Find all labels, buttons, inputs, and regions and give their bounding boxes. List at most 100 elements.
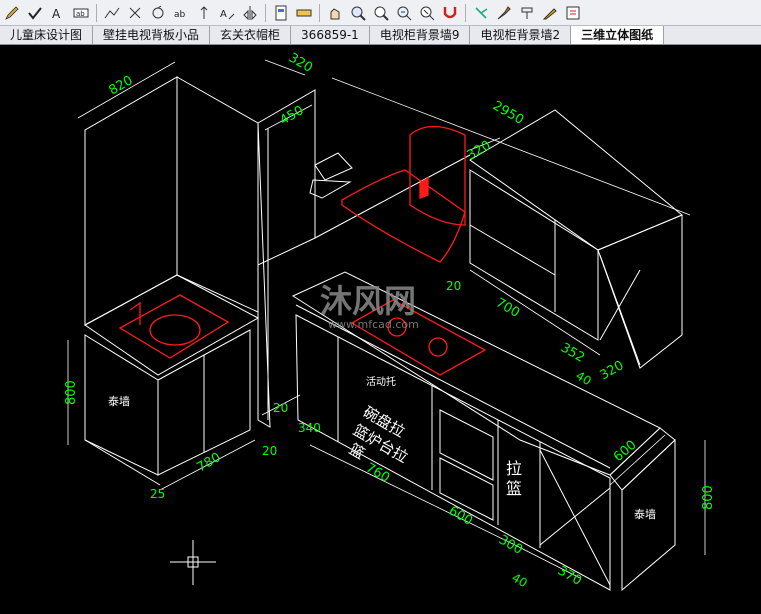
dim-600-right: 600	[611, 438, 640, 465]
bracket-shelf-lower	[309, 179, 352, 199]
text-style-button[interactable]: A	[48, 3, 68, 23]
tab-bar: 儿童床设计图 壁挂电视背板小品 玄关衣帽柜 366859-1 电视柜背景墙9 电视柜背景墙…	[0, 26, 761, 45]
dim-340: 340	[298, 421, 321, 435]
mirror-button[interactable]	[240, 3, 260, 23]
tab-4[interactable]: 电视柜背景墙9	[369, 26, 471, 44]
select-star-button[interactable]	[471, 3, 491, 23]
edit-doc-button[interactable]	[563, 3, 583, 23]
zoom-window-button[interactable]	[371, 3, 391, 23]
dim-40-a: 40	[574, 368, 594, 388]
toolbar-separator	[319, 3, 320, 22]
pencil-button[interactable]	[2, 3, 22, 23]
fill-icon	[542, 7, 557, 19]
upper-cabinet-side	[597, 214, 683, 369]
page-icon	[275, 5, 287, 20]
expand-arrows-button[interactable]	[125, 3, 145, 23]
watermark-brand: 沐风网	[320, 282, 416, 320]
paint-icon	[521, 7, 533, 19]
check-icon	[28, 6, 42, 20]
zoom-window-icon	[374, 6, 389, 21]
ab-text-button[interactable]: ab	[171, 3, 191, 23]
text-style-icon: A	[52, 7, 61, 21]
label-pull-2: 篮	[506, 479, 522, 498]
tab-0[interactable]: 儿童床设计图	[0, 26, 94, 44]
height-marker-icon	[200, 5, 208, 19]
label-pull-1: 拉	[506, 459, 522, 478]
range-hood	[409, 125, 466, 226]
rotate-button[interactable]	[148, 3, 168, 23]
ab-text-icon: ab	[174, 10, 186, 20]
range-hood-canopy	[341, 169, 466, 263]
upper-shelf-line	[469, 224, 556, 276]
svg-text:A: A	[220, 9, 227, 20]
toolbar: Aab ab A	[0, 0, 761, 26]
burner-right	[428, 337, 448, 357]
dim-320-hood: 320	[465, 138, 494, 163]
upper-cabinet-front	[469, 169, 599, 341]
zoom-icon	[351, 6, 366, 21]
right-end-cross-2	[539, 487, 611, 546]
dim-25: 25	[150, 487, 165, 501]
dim-300: 300	[496, 532, 525, 557]
mirror-icon	[243, 5, 257, 20]
pan-icon	[330, 7, 340, 19]
brush-icon	[497, 5, 511, 19]
zoom-previous-button[interactable]	[417, 3, 437, 23]
brush-button[interactable]	[494, 3, 514, 23]
dim-800-left: 800	[64, 380, 79, 405]
dim-320-right: 320	[598, 358, 627, 383]
drawing-canvas[interactable]: 沐风网 www.mfcad.com 820 320 450 2950 320 2…	[0, 45, 761, 614]
zoom-extents-icon	[397, 6, 412, 20]
fill-button[interactable]	[540, 3, 560, 23]
zoom-button[interactable]	[348, 3, 368, 23]
dim-20-a: 20	[446, 279, 461, 293]
watermark-url: www.mfcad.com	[328, 318, 419, 331]
check-button[interactable]	[25, 3, 45, 23]
zoom-previous-icon	[420, 6, 435, 20]
toolbar-separator	[96, 3, 97, 22]
dim-20-c: 20	[273, 401, 288, 415]
dim-800-right: 800	[701, 485, 716, 510]
upper-cross-2	[599, 269, 641, 341]
magnet-icon	[443, 6, 457, 18]
expand-arrows-icon	[129, 7, 141, 18]
upper-cross-1	[599, 254, 641, 366]
svg-text:ab: ab	[174, 10, 186, 20]
dimension-text-button[interactable]: ab	[71, 3, 91, 23]
tab-6[interactable]: 三维立体图纸	[571, 26, 665, 44]
dim-760: 760	[363, 460, 392, 485]
measure-button[interactable]	[294, 3, 314, 23]
label-left-cabinet: 泰墙	[108, 394, 130, 408]
dim-2950: 2950	[490, 98, 526, 128]
measure-icon	[296, 9, 312, 16]
label-right-cabinet: 泰墙	[634, 507, 656, 521]
tab-2[interactable]: 玄关衣帽柜	[210, 26, 292, 44]
pan-button[interactable]	[325, 3, 345, 23]
tab-1[interactable]: 壁挂电视背板小品	[93, 26, 211, 44]
dim-600-bottom: 600	[446, 503, 475, 528]
paint-button[interactable]	[517, 3, 537, 23]
select-star-icon	[475, 6, 488, 19]
magnet-button[interactable]	[440, 3, 460, 23]
svg-text:A: A	[52, 7, 61, 21]
page-button[interactable]	[271, 3, 291, 23]
bracket-shelf	[314, 152, 353, 181]
dim-20-b: 20	[262, 444, 277, 458]
height-marker-button[interactable]	[194, 3, 214, 23]
dim-450: 450	[278, 103, 307, 128]
tab-3[interactable]: 366859-1	[291, 26, 370, 44]
toolbar-separator	[265, 3, 266, 22]
text-edit-button[interactable]: A	[217, 3, 237, 23]
tall-cabinet-front	[84, 76, 178, 326]
sink-counter-top	[84, 274, 260, 376]
label-shelf-tray: 活动托	[366, 375, 396, 388]
polyline-button[interactable]	[102, 3, 122, 23]
dim-320-top: 320	[286, 50, 315, 75]
sink-basin	[118, 294, 230, 359]
zoom-extents-button[interactable]	[394, 3, 414, 23]
edit-doc-icon	[566, 6, 580, 19]
right-end-cross-1	[539, 449, 611, 586]
dimension-text-icon: ab	[73, 8, 89, 18]
floor-line	[84, 439, 161, 486]
tab-5[interactable]: 电视柜背景墙2	[470, 26, 572, 44]
